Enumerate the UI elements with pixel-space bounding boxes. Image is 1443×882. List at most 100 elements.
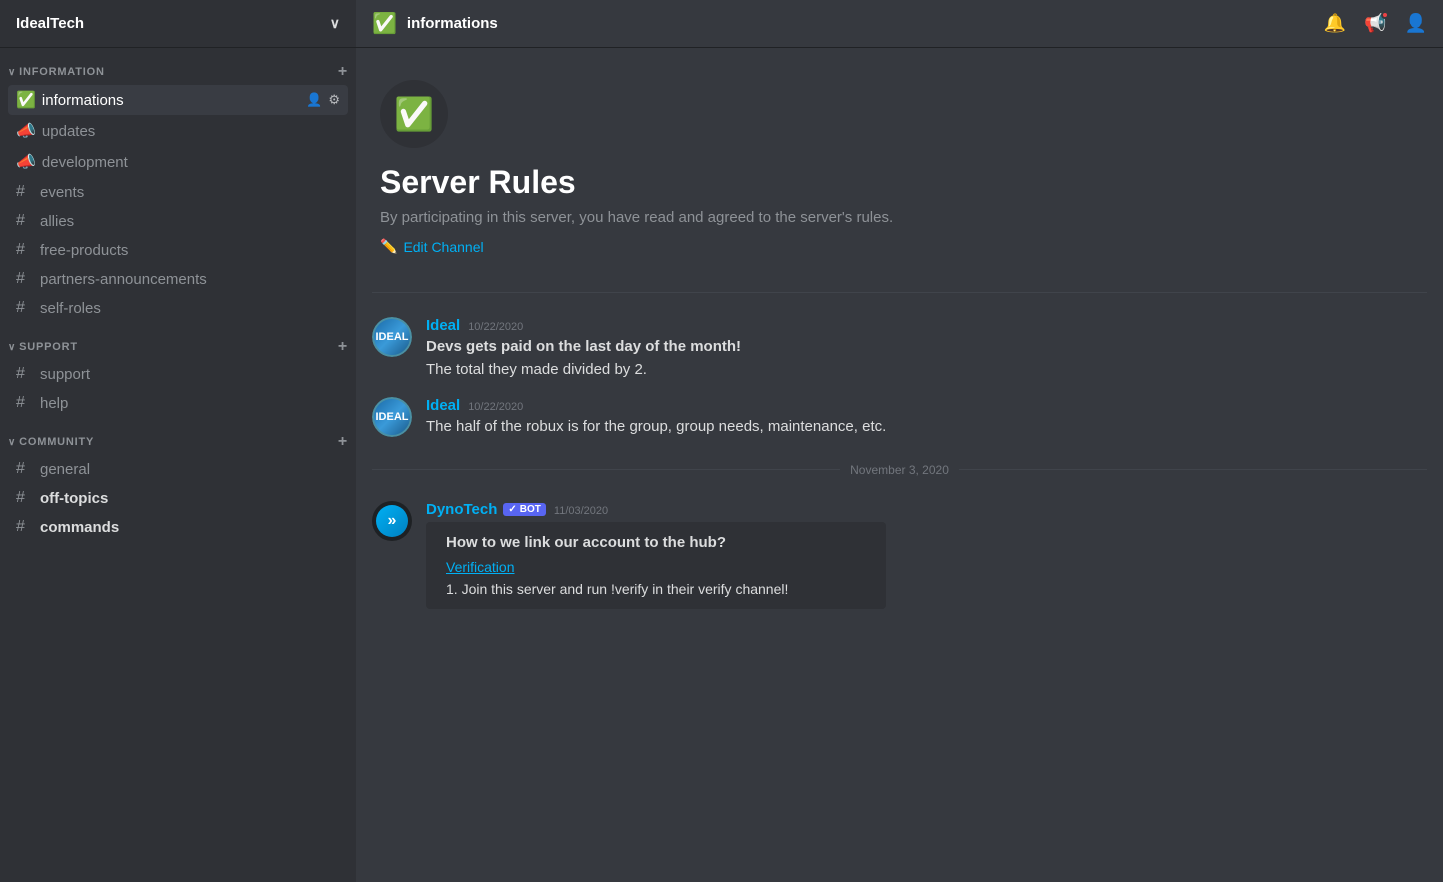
message-group: IDEAL Ideal 10/22/2020 The half of the r… xyxy=(372,389,1427,447)
channel-description: By participating in this server, you hav… xyxy=(380,209,1427,226)
channel-item-partners-announcements[interactable]: # partners-announcements xyxy=(8,265,348,293)
channel-item-help[interactable]: # help xyxy=(8,389,348,417)
category-add-icon[interactable]: + xyxy=(338,64,348,80)
topbar-channel-icon: ✅ xyxy=(372,11,397,36)
category-community[interactable]: ∨ COMMUNITY + xyxy=(0,418,356,454)
channel-type-icon: # xyxy=(16,460,34,478)
channel-type-icon: # xyxy=(16,270,34,288)
avatar: IDEAL xyxy=(372,317,412,357)
embed-link[interactable]: Verification xyxy=(446,559,514,575)
message-timestamp: 10/22/2020 xyxy=(468,321,523,333)
channel-item-allies[interactable]: # allies xyxy=(8,207,348,235)
category-support[interactable]: ∨ SUPPORT + xyxy=(0,323,356,359)
channel-name: help xyxy=(40,395,68,412)
message-text: The half of the robux is for the group, … xyxy=(426,416,1427,439)
channel-name: off-topics xyxy=(40,490,108,507)
message-header: Ideal 10/22/2020 xyxy=(426,317,1427,334)
dyno-avatar-inner: » xyxy=(376,505,408,537)
channel-item-off-topics[interactable]: # off-topics xyxy=(8,484,348,512)
channel-type-icon: # xyxy=(16,212,34,230)
bot-badge: ✓ BOT xyxy=(503,503,546,516)
channel-name: commands xyxy=(40,519,119,536)
dyno-avatar: » xyxy=(372,501,412,541)
channel-name: self-roles xyxy=(40,300,101,317)
category-information[interactable]: ∨ INFORMATION + xyxy=(0,48,356,84)
category-label: INFORMATION xyxy=(19,66,338,78)
message-plain-text: The half of the robux is for the group, … xyxy=(426,418,886,435)
user-icon[interactable]: 👤 xyxy=(1405,13,1427,34)
channel-item-commands[interactable]: # commands xyxy=(8,513,348,541)
channel-title: Server Rules xyxy=(380,164,1427,201)
channel-item-general[interactable]: # general xyxy=(8,455,348,483)
notification-icon[interactable]: 📢 xyxy=(1364,13,1386,34)
message-content: Ideal 10/22/2020 Devs gets paid on the l… xyxy=(426,317,1427,381)
message-header: Ideal 10/22/2020 xyxy=(426,397,1427,414)
channel-header: ✅ Server Rules By participating in this … xyxy=(372,64,1427,276)
ideal-avatar: IDEAL xyxy=(372,397,412,437)
bot-message-content: DynoTech ✓ BOT 11/03/2020 How to we link… xyxy=(426,501,1427,609)
channel-type-icon: # xyxy=(16,365,34,383)
date-line xyxy=(372,469,840,470)
channel-name: allies xyxy=(40,213,74,230)
channel-type-icon: # xyxy=(16,489,34,507)
message-username[interactable]: Ideal xyxy=(426,397,460,414)
channel-rules-icon: ✅ xyxy=(394,95,434,133)
date-divider: November 3, 2020 xyxy=(372,447,1427,493)
channel-type-icon: # xyxy=(16,241,34,259)
message-username[interactable]: Ideal xyxy=(426,317,460,334)
channel-type-icon: 📣 xyxy=(16,121,36,141)
category-add-icon[interactable]: + xyxy=(338,434,348,450)
message-bold-text: Devs gets paid on the last day of the mo… xyxy=(426,338,741,355)
channel-content: ✅ Server Rules By participating in this … xyxy=(356,48,1443,882)
category-collapse-icon: ∨ xyxy=(8,67,16,78)
bot-name-text: DynoTech xyxy=(426,501,497,518)
channel-item-informations[interactable]: ✅ informations 👤 ⚙ xyxy=(8,85,348,115)
server-header[interactable]: IdealTech ∨ xyxy=(0,0,356,48)
main-content: ✅ informations 🔔 📢 👤 ✅ Server Rules By p… xyxy=(356,0,1443,882)
edit-channel-button[interactable]: ✏️ Edit Channel xyxy=(380,238,484,255)
date-label: November 3, 2020 xyxy=(850,463,949,477)
message-group: IDEAL Ideal 10/22/2020 Devs gets paid on… xyxy=(372,309,1427,389)
channel-type-icon: # xyxy=(16,518,34,536)
channel-name: informations xyxy=(42,92,124,109)
channel-item-self-roles[interactable]: # self-roles xyxy=(8,294,348,322)
pencil-icon: ✏️ xyxy=(380,238,397,255)
bot-badge-label: BOT xyxy=(520,504,541,515)
channel-name: free-products xyxy=(40,242,128,259)
bell-icon[interactable]: 🔔 xyxy=(1324,13,1346,34)
sidebar-sections: ∨ INFORMATION + ✅ informations 👤 ⚙ 📣 upd… xyxy=(0,48,356,542)
channel-divider xyxy=(372,292,1427,293)
channel-name: updates xyxy=(42,123,95,140)
channel-name: support xyxy=(40,366,90,383)
category-add-icon[interactable]: + xyxy=(338,339,348,355)
channel-item-updates[interactable]: 📣 updates xyxy=(8,116,348,146)
channel-item-events[interactable]: # events xyxy=(8,178,348,206)
message-plain-text: The total they made divided by 2. xyxy=(426,361,647,378)
topbar-left: ✅ informations xyxy=(372,11,498,36)
channel-item-development[interactable]: 📣 development xyxy=(8,147,348,177)
sidebar: IdealTech ∨ ∨ INFORMATION + ✅ informatio… xyxy=(0,0,356,882)
ideal-avatar: IDEAL xyxy=(372,317,412,357)
bot-message-group: » DynoTech ✓ BOT 11/03/2020 How to we li… xyxy=(372,493,1427,617)
bot-embed: How to we link our account to the hub? V… xyxy=(426,522,886,609)
channel-name: partners-announcements xyxy=(40,271,207,288)
channel-type-icon: 📣 xyxy=(16,152,36,172)
server-chevron-icon: ∨ xyxy=(330,15,340,32)
channel-name: general xyxy=(40,461,90,478)
add-user-icon[interactable]: 👤 xyxy=(306,92,322,108)
channel-header-icon: ✅ xyxy=(380,80,448,148)
gear-icon[interactable]: ⚙ xyxy=(328,92,340,108)
channel-item-support[interactable]: # support xyxy=(8,360,348,388)
topbar-channel-name: informations xyxy=(407,15,498,32)
notification-dot xyxy=(1381,11,1389,19)
bot-username[interactable]: DynoTech ✓ BOT xyxy=(426,501,546,518)
topbar: ✅ informations 🔔 📢 👤 xyxy=(356,0,1443,48)
bot-check-icon: ✓ xyxy=(508,504,516,515)
channel-item-free-products[interactable]: # free-products xyxy=(8,236,348,264)
bot-message-timestamp: 11/03/2020 xyxy=(554,505,608,517)
topbar-right: 🔔 📢 👤 xyxy=(1324,13,1427,34)
channel-name: events xyxy=(40,184,84,201)
channel-type-icon: ✅ xyxy=(16,90,36,110)
message-text: Devs gets paid on the last day of the mo… xyxy=(426,336,1427,381)
category-collapse-icon: ∨ xyxy=(8,342,16,353)
